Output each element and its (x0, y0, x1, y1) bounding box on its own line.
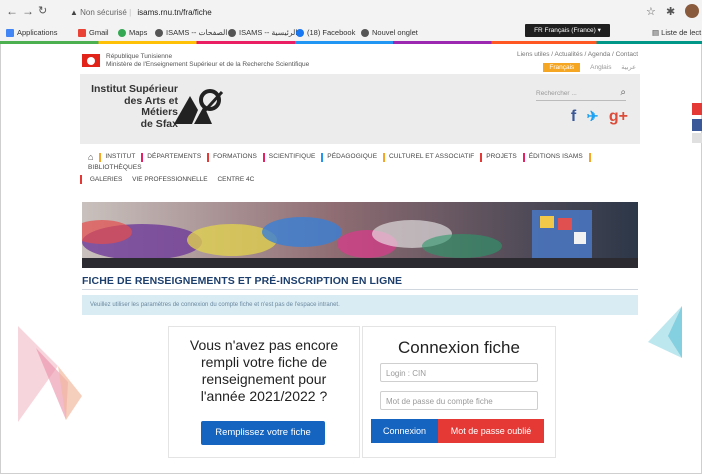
menu-separator (522, 152, 525, 162)
menu-separator (207, 152, 210, 162)
reading-list[interactable]: ▤ Liste de lect (652, 24, 701, 41)
not-secure-label: Non sécurisé (80, 8, 127, 17)
facebook-icon[interactable]: f (571, 108, 576, 125)
login-card: Connexion fiche Login : CIN Mot de passe… (362, 326, 556, 458)
profile-avatar[interactable] (685, 4, 699, 18)
globe-icon (228, 29, 236, 38)
password-input[interactable]: Mot de passe du compte fiche (380, 391, 538, 410)
side-share-widget[interactable] (692, 103, 702, 143)
login-button[interactable]: Connexion (371, 419, 438, 443)
menu-item-vie-pro[interactable]: VIE PROFESSIONNELLE (132, 176, 208, 183)
omnibox[interactable]: ▲ Non sécurisé | isams.rnu.tn/fra/fiche (70, 5, 630, 20)
bookmark-new-tab[interactable]: Nouvel onglet (361, 24, 418, 41)
institute-name[interactable]: Institut Supérieur des Arts et Métiers d… (88, 83, 178, 130)
search-icon[interactable]: ⌕ (620, 87, 626, 99)
menu-item-pedagogique[interactable]: PÉDAGOGIQUE (327, 153, 377, 160)
bookmark-applications[interactable]: Applications (6, 24, 57, 41)
tunisia-flag-icon (82, 54, 100, 67)
ministry-text: République Tunisienne Ministère de l'Ens… (106, 53, 310, 68)
globe-icon (361, 29, 369, 38)
menu-separator (262, 152, 265, 162)
facebook-icon (296, 29, 304, 38)
menu-separator (382, 152, 385, 162)
apps-grid-icon (6, 29, 14, 38)
forward-icon[interactable]: → (22, 4, 34, 18)
social-links: f ✈ g+ (565, 108, 628, 126)
translate-popup[interactable]: FR Français (France) ▾ (525, 24, 610, 37)
menu-item-scientifique[interactable]: SCIENTIFIQUE (269, 153, 316, 160)
star-icon[interactable]: ☆ (646, 5, 656, 18)
warning-icon: ▲ (70, 8, 78, 17)
registration-question: Vous n'avez pas encore rempli votre fich… (189, 337, 339, 404)
forgot-password-button[interactable]: Mot de passe oublié (438, 419, 544, 443)
search-input[interactable]: Rechercher ... ⌕ (536, 87, 626, 101)
utility-links[interactable]: Liens utiles / Actualités / Agenda / Con… (517, 51, 638, 58)
bookmark-facebook[interactable]: (18) Facebook (296, 24, 355, 41)
home-icon[interactable]: ⌂ (88, 152, 94, 162)
reload-icon[interactable]: ↻ (38, 4, 47, 17)
bookmark-isams-2[interactable]: ISAMS -- الرئيسية (228, 24, 297, 41)
decorative-shape-right (648, 306, 682, 358)
site-header: Institut Supérieur des Arts et Métiers d… (80, 74, 640, 144)
login-input[interactable]: Login : CIN (380, 363, 538, 382)
lang-english[interactable]: Anglais (590, 64, 611, 71)
isams-logo-icon[interactable] (172, 86, 224, 126)
menu-separator (141, 152, 144, 162)
login-title: Connexion fiche (398, 338, 520, 357)
menu-item-bibliotheques[interactable]: BIBLIOTHÈQUES (88, 164, 142, 171)
menu-item-galeries[interactable]: GALERIES (90, 176, 123, 183)
googleplus-icon[interactable]: g+ (609, 108, 628, 125)
language-switcher: Français Anglais عربية (543, 63, 636, 72)
menu-separator (80, 175, 82, 184)
hero-banner-image (82, 202, 638, 268)
main-menu: ⌂ INSTITUT DÉPARTEMENTS FORMATIONS SCIEN… (88, 152, 648, 173)
title-divider (82, 289, 638, 290)
menu-separator (321, 152, 324, 162)
lang-arabic[interactable]: عربية (621, 64, 636, 71)
twitter-icon[interactable]: ✈ (587, 108, 599, 124)
menu-item-institut[interactable]: INSTITUT (105, 153, 135, 160)
maps-pin-icon (118, 29, 126, 38)
menu-item-departements[interactable]: DÉPARTEMENTS (147, 153, 201, 160)
menu-separator (588, 152, 591, 162)
fill-form-button[interactable]: Remplissez votre fiche (201, 421, 325, 445)
bookmark-isams-1[interactable]: ISAMS -- الصفحات (155, 24, 227, 41)
color-strip (0, 41, 702, 44)
lang-french[interactable]: Français (543, 63, 581, 72)
gmail-icon (78, 29, 86, 38)
menu-separator (480, 152, 483, 162)
address-bar: ← → ↻ ▲ Non sécurisé | isams.rnu.tn/fra/… (0, 0, 702, 24)
menu-separator (99, 152, 102, 162)
menu-item-centre-4c[interactable]: CENTRE 4C (217, 176, 254, 183)
page-title: FICHE DE RENSEIGNEMENTS ET PRÉ-INSCRIPTI… (82, 275, 403, 287)
back-icon[interactable]: ← (6, 4, 18, 18)
menu-item-formations[interactable]: FORMATIONS (213, 153, 257, 160)
menu-item-culturel[interactable]: CULTUREL ET ASSOCIATIF (389, 153, 474, 160)
registration-card: Vous n'avez pas encore rempli votre fich… (168, 326, 360, 458)
decorative-shape-left (18, 326, 82, 422)
globe-icon (155, 29, 163, 38)
secondary-menu: GALERIES VIE PROFESSIONNELLE CENTRE 4C (80, 175, 254, 184)
url-text: isams.rnu.tn/fra/fiche (137, 8, 212, 17)
extensions-icon[interactable]: ✱ (666, 5, 675, 18)
reading-list-icon: ▤ (652, 28, 662, 37)
menu-item-editions[interactable]: ÉDITIONS ISAMS (529, 153, 583, 160)
menu-item-projets[interactable]: PROJETS (486, 153, 517, 160)
bookmark-gmail[interactable]: Gmail (78, 24, 109, 41)
government-bar: République Tunisienne Ministère de l'Ens… (80, 50, 640, 72)
info-notice: Veuillez utiliser les paramètres de conn… (82, 295, 638, 315)
bookmark-maps[interactable]: Maps (118, 24, 147, 41)
